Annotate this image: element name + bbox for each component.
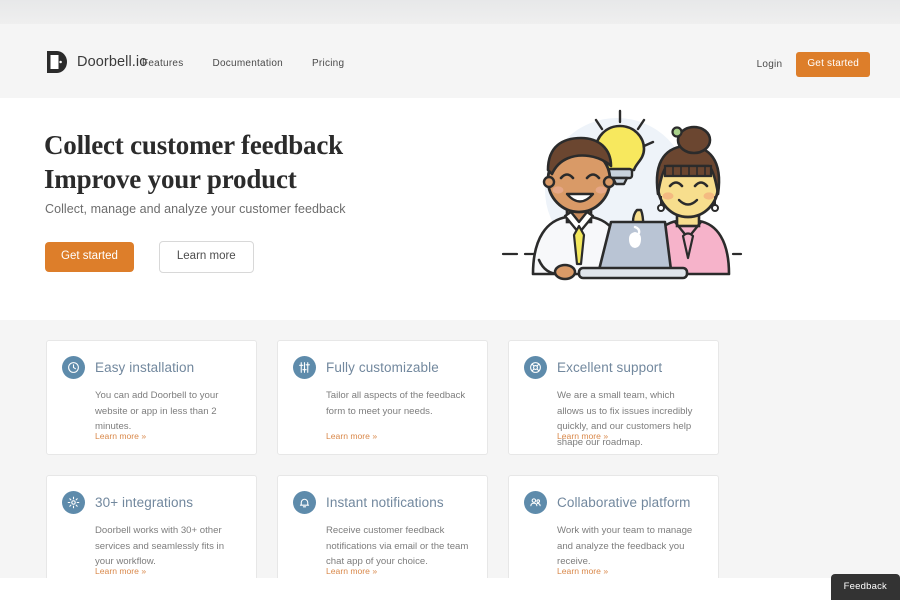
header-actions: Login Get started	[757, 52, 870, 77]
feature-card-learn-more-link[interactable]: Learn more »	[95, 431, 146, 441]
feature-card-header: Easy installation	[62, 356, 240, 379]
browser-chrome-strip	[0, 0, 900, 24]
hero-get-started-button[interactable]: Get started	[45, 242, 134, 272]
feature-card-title: Fully customizable	[326, 360, 439, 375]
site-header: Doorbell.io Features Documentation Prici…	[0, 24, 900, 98]
feature-card-body: You can add Doorbell to your website or …	[95, 390, 219, 433]
feature-card-learn-more-link[interactable]: Learn more »	[326, 431, 377, 441]
hero-subtitle: Collect, manage and analyze your custome…	[45, 202, 346, 216]
clock-icon	[62, 356, 85, 379]
page-bottom-area	[0, 578, 900, 600]
feature-card-learn-more-link[interactable]: Learn more »	[326, 566, 377, 576]
feature-card-body: Work with your team to manage and analyz…	[557, 525, 693, 568]
nav-item-documentation[interactable]: Documentation	[212, 58, 283, 69]
brand-name: Doorbell.io	[77, 54, 148, 70]
feature-card-title: Collaborative platform	[557, 495, 691, 510]
nav-item-pricing[interactable]: Pricing	[312, 58, 344, 69]
login-link[interactable]: Login	[757, 59, 783, 70]
hero-actions: Get started Learn more	[45, 241, 254, 273]
feature-card-header: 30+ integrations	[62, 491, 240, 514]
feature-card-title: Easy installation	[95, 360, 195, 375]
feature-card-body: Tailor all aspects of the feedback form …	[326, 390, 466, 417]
feature-card-excellent-support[interactable]: Excellent support We are a small team, w…	[508, 340, 719, 455]
chrome-shade	[0, 0, 900, 24]
feature-card-learn-more-link[interactable]: Learn more »	[95, 566, 146, 576]
hero-section: Collect customer feedback Improve your p…	[0, 98, 900, 320]
feature-card-body: Receive customer feedback notifications …	[326, 525, 469, 568]
feature-card-title: Instant notifications	[326, 495, 444, 510]
hero-title-line-2: Improve your product	[44, 164, 297, 195]
feature-card-collaborative-platform[interactable]: Collaborative platform Work with your te…	[508, 475, 719, 590]
feature-card-title: 30+ integrations	[95, 495, 194, 510]
hero-learn-more-button[interactable]: Learn more	[158, 241, 254, 273]
features-grid: Easy installation You can add Doorbell t…	[46, 340, 720, 590]
hero-illustration	[501, 109, 743, 281]
feature-card-header: Fully customizable	[293, 356, 471, 379]
feature-card-learn-more-link[interactable]: Learn more »	[557, 566, 608, 576]
hero-title: Collect customer feedback Improve your p…	[44, 128, 343, 196]
nav-item-features[interactable]: Features	[142, 58, 183, 69]
bell-icon	[293, 491, 316, 514]
header-get-started-button[interactable]: Get started	[796, 52, 870, 77]
feature-card-integrations[interactable]: 30+ integrations Doorbell works with 30+…	[46, 475, 257, 590]
feature-card-fully-customizable[interactable]: Fully customizable Tailor all aspects of…	[277, 340, 488, 455]
feature-card-body: Doorbell works with 30+ other services a…	[95, 525, 225, 568]
lifebuoy-icon	[524, 356, 547, 379]
sliders-icon	[293, 356, 316, 379]
feature-card-learn-more-link[interactable]: Learn more »	[557, 431, 608, 441]
header-inner: Doorbell.io Features Documentation Prici…	[0, 24, 900, 98]
feature-card-header: Instant notifications	[293, 491, 471, 514]
feature-card-header: Excellent support	[524, 356, 702, 379]
feature-card-title: Excellent support	[557, 360, 663, 375]
feature-card-easy-installation[interactable]: Easy installation You can add Doorbell t…	[46, 340, 257, 455]
primary-nav: Features Documentation Pricing	[142, 58, 344, 69]
hero-title-line-1: Collect customer feedback	[44, 130, 343, 160]
feature-card-header: Collaborative platform	[524, 491, 702, 514]
brand-logo[interactable]: Doorbell.io	[46, 50, 147, 74]
gear-icon	[62, 491, 85, 514]
page-root: Doorbell.io Features Documentation Prici…	[0, 0, 900, 600]
feedback-widget-tab[interactable]: Feedback	[830, 574, 900, 600]
users-icon	[524, 491, 547, 514]
doorbell-door-logo-icon	[47, 51, 67, 73]
features-section: Easy installation You can add Doorbell t…	[0, 320, 900, 590]
feature-card-instant-notifications[interactable]: Instant notifications Receive customer f…	[277, 475, 488, 590]
